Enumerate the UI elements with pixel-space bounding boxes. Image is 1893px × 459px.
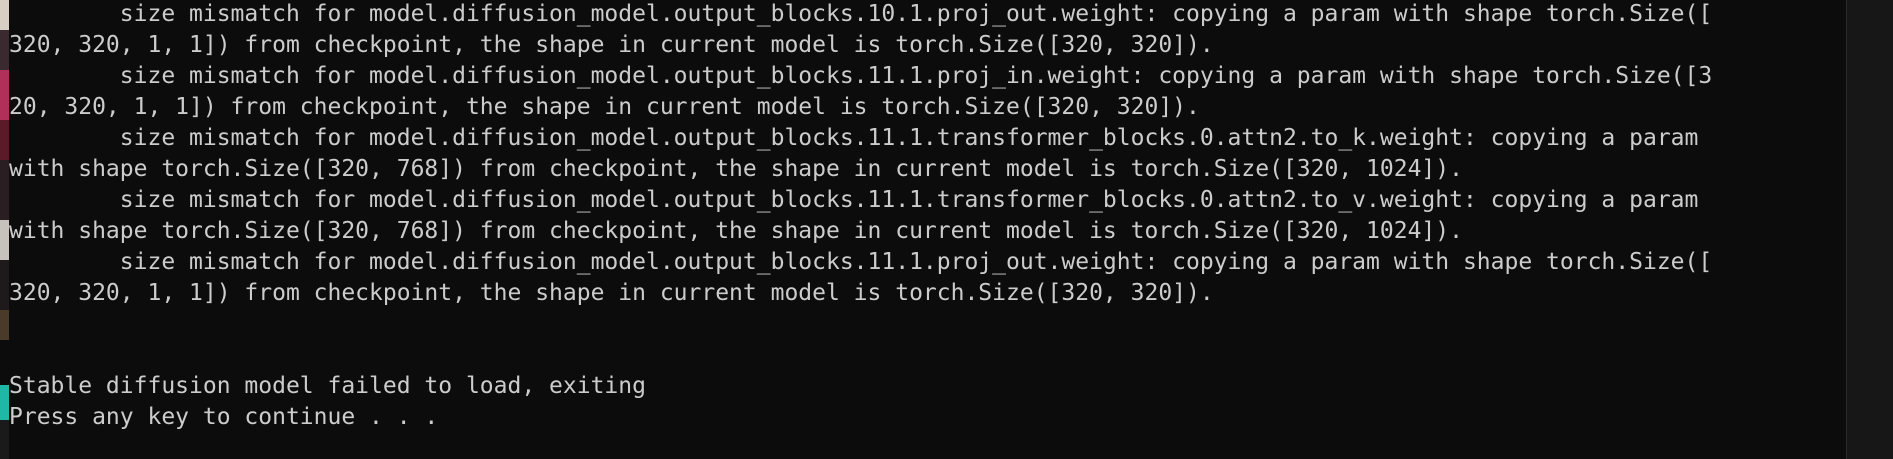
console-line: with shape torch.Size([320, 768]) from c… — [9, 218, 1463, 244]
console-line: size mismatch for model.diffusion_model.… — [9, 1, 1713, 27]
background-window-edge — [0, 0, 9, 459]
console-line: 320, 320, 1, 1]) from checkpoint, the sh… — [9, 280, 1214, 306]
console-line: 320, 320, 1, 1]) from checkpoint, the sh… — [9, 32, 1214, 58]
error-message: Stable diffusion model failed to load, e… — [9, 373, 646, 399]
console-line: with shape torch.Size([320, 768]) from c… — [9, 156, 1463, 182]
console-line: 20, 320, 1, 1]) from checkpoint, the sha… — [9, 94, 1200, 120]
console-line: size mismatch for model.diffusion_model.… — [9, 187, 1699, 213]
console-window[interactable]: size mismatch for model.diffusion_model.… — [9, 0, 1847, 459]
console-line: size mismatch for model.diffusion_model.… — [9, 63, 1713, 89]
vertical-scrollbar[interactable] — [1846, 0, 1893, 459]
console-output: size mismatch for model.diffusion_model.… — [9, 0, 1712, 433]
console-line: size mismatch for model.diffusion_model.… — [9, 125, 1699, 151]
console-line: size mismatch for model.diffusion_model.… — [9, 249, 1713, 275]
continue-prompt: Press any key to continue . . . — [9, 404, 439, 430]
